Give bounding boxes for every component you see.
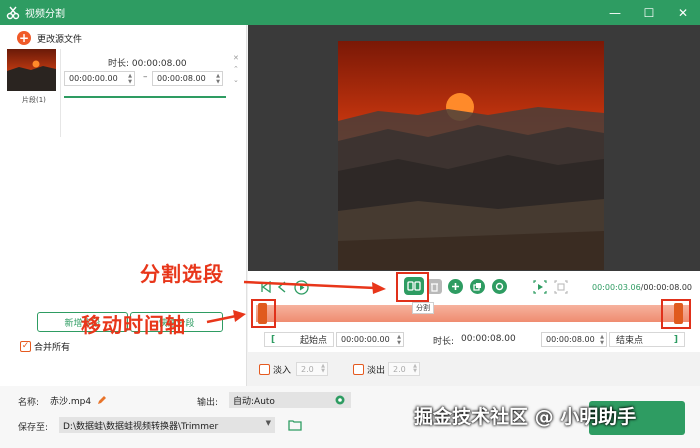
annotation-box-end-handle [661,299,691,329]
annotation-box-start-handle [251,299,276,328]
watermark: 掘金技术社区 @ 小明助手 [414,406,637,428]
annotation-arrows [206,280,386,324]
annotation-box-split [396,272,429,302]
